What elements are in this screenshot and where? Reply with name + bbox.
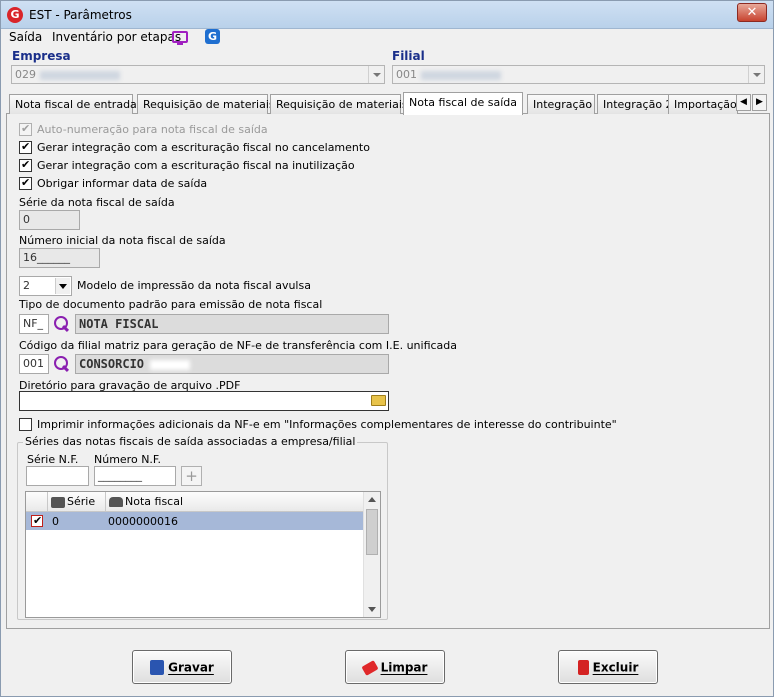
obrigar-data-checkbox[interactable] — [19, 176, 32, 190]
tipo-documento-description: NOTA FISCAL — [75, 314, 389, 334]
search-icon[interactable] — [53, 355, 71, 373]
serie-input[interactable]: 0 — [19, 210, 80, 230]
phone-icon — [109, 497, 123, 507]
excluir-button[interactable]: Excluir — [558, 650, 658, 684]
menu-inventario[interactable]: Inventário por etapas — [52, 30, 181, 44]
table-header-serie[interactable]: Série — [48, 492, 106, 512]
tab-integracao-2[interactable]: Integração 2 — [597, 94, 673, 114]
tab-integracao[interactable]: Integração — [527, 94, 595, 114]
numero-nf-input[interactable]: ________ — [94, 466, 176, 486]
serie-nf-input[interactable] — [26, 466, 89, 486]
auto-numeracao-checkbox[interactable] — [19, 122, 32, 136]
tipo-documento-code-input[interactable]: NF_ — [19, 314, 49, 334]
close-button[interactable]: ✕ — [737, 3, 767, 22]
row-nota-fiscal: 0000000016 — [108, 515, 178, 528]
modelo-select[interactable]: 2 — [19, 276, 72, 296]
folder-icon[interactable] — [371, 395, 386, 406]
table-header-check — [26, 492, 48, 512]
series-group-title: Séries das notas fiscais de saída associ… — [23, 435, 358, 448]
obrigar-data-label: Obrigar informar data de saída — [37, 177, 208, 190]
filial-matriz-code-input[interactable]: 001 — [19, 354, 49, 374]
main-window: G EST - Parâmetros ✕ Saída Inventário po… — [0, 0, 774, 697]
trash-icon — [577, 660, 589, 675]
tipo-documento-label: Tipo de documento padrão para emissão de… — [19, 298, 323, 311]
auto-numeracao-label: Auto-numeração para nota fiscal de saída — [37, 123, 268, 136]
empresa-label: Empresa — [12, 49, 71, 63]
row-serie: 0 — [52, 515, 59, 528]
gravar-button[interactable]: Gravar — [132, 650, 232, 684]
filial-value: 001 — [396, 68, 417, 81]
chevron-down-icon[interactable] — [368, 66, 384, 83]
tab-requisicao-materiais-2[interactable]: Requisição de materiais 2 — [270, 94, 418, 114]
row-checkbox[interactable] — [31, 514, 43, 527]
serie-nf-label: Série N.F. — [27, 453, 79, 466]
app-logo-icon: G — [7, 7, 23, 23]
filial-label: Filial — [392, 49, 425, 63]
save-icon — [150, 660, 165, 675]
filial-matriz-description-text: CONSORCIO — [79, 357, 145, 371]
imprimir-info-label: Imprimir informações adicionais da NF-e … — [37, 418, 617, 431]
tab-scroll-right-icon[interactable]: ▶ — [752, 94, 767, 111]
gerar-cancelamento-label: Gerar integração com a escrituração fisc… — [37, 141, 370, 154]
scroll-thumb[interactable] — [366, 509, 378, 555]
series-table: Série Nota fiscal 0 0000000016 — [25, 491, 381, 618]
excluir-label: Excluir — [592, 660, 639, 675]
chevron-down-icon[interactable] — [55, 278, 70, 294]
scroll-up-icon[interactable] — [368, 497, 376, 502]
limpar-label: Limpar — [380, 660, 428, 675]
tab-strip: Nota fiscal de entrada 2 Requisição de m… — [6, 92, 770, 115]
gravar-label: Gravar — [168, 660, 214, 675]
gerar-inutilizacao-label: Gerar integração com a escrituração fisc… — [37, 159, 355, 172]
tab-importacao[interactable]: Importação X — [668, 94, 738, 114]
filial-combo[interactable]: 001 — [392, 65, 765, 84]
window-title: EST - Parâmetros — [29, 8, 132, 22]
g-app-icon[interactable]: G — [205, 29, 220, 44]
gerar-inutilizacao-checkbox[interactable] — [19, 158, 32, 172]
monitor-icon[interactable] — [172, 31, 188, 43]
scroll-down-icon[interactable] — [368, 607, 376, 612]
limpar-button[interactable]: Limpar — [345, 650, 445, 684]
tab-scroll-left-icon[interactable]: ◀ — [736, 94, 751, 111]
table-scrollbar[interactable] — [363, 492, 380, 617]
serie-label: Série da nota fiscal de saída — [19, 196, 175, 209]
diretorio-pdf-input[interactable] — [19, 391, 389, 411]
numero-inicial-input[interactable]: 16______ — [19, 248, 100, 268]
table-row[interactable]: 0 0000000016 — [26, 512, 364, 530]
empresa-value: 029 — [15, 68, 36, 81]
tab-nota-fiscal-saida[interactable]: Nota fiscal de saída — [403, 92, 523, 115]
filial-matriz-description: CONSORCIO — [75, 354, 389, 374]
table-header-nota-fiscal-label: Nota fiscal — [125, 495, 184, 508]
table-header-nota-fiscal[interactable]: Nota fiscal — [106, 492, 364, 512]
gerar-cancelamento-checkbox[interactable] — [19, 140, 32, 154]
printer-icon — [51, 496, 65, 508]
add-serie-button[interactable]: + — [181, 466, 202, 486]
table-header-serie-label: Série — [67, 495, 96, 508]
modelo-label: Modelo de impressão da nota fiscal avuls… — [77, 279, 311, 292]
tab-requisicao-materiais[interactable]: Requisição de materiais — [137, 94, 275, 114]
filial-matriz-label: Código da filial matriz para geração de … — [19, 339, 458, 352]
numero-nf-label: Número N.F. — [94, 453, 161, 466]
imprimir-info-checkbox[interactable] — [19, 418, 32, 431]
eraser-icon — [361, 659, 379, 676]
numero-inicial-label: Número inicial da nota fiscal de saída — [19, 234, 226, 247]
menu-saida[interactable]: Saída — [9, 30, 42, 44]
monitor-stand-icon — [177, 43, 183, 45]
modelo-value: 2 — [23, 279, 30, 292]
empresa-combo[interactable]: 029 — [11, 65, 385, 84]
search-icon[interactable] — [53, 315, 71, 333]
chevron-down-icon[interactable] — [748, 66, 764, 83]
title-bar: G EST - Parâmetros ✕ — [1, 1, 773, 29]
menu-bar: Saída Inventário por etapas G — [1, 29, 773, 47]
tab-nota-fiscal-entrada-2[interactable]: Nota fiscal de entrada 2 — [9, 94, 147, 114]
